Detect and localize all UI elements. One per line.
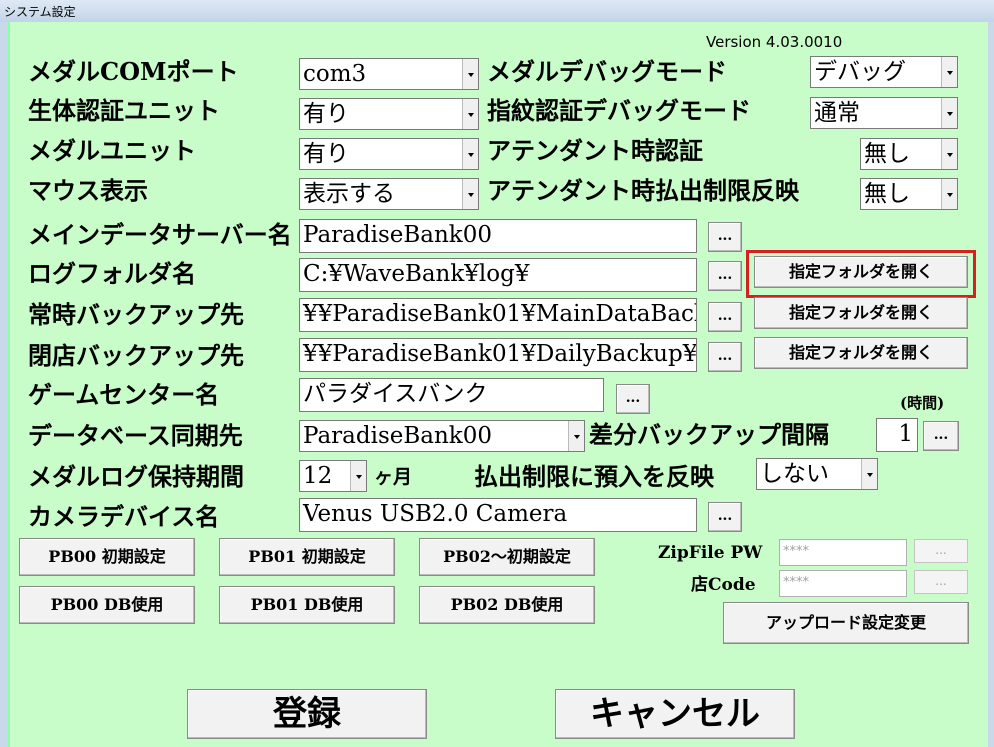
constant-backup-open-button[interactable]: 指定フォルダを開く	[754, 297, 968, 329]
attendant-auth-select[interactable]: 無し	[860, 138, 958, 170]
fingerprint-debug-mode-select[interactable]: 通常	[810, 97, 958, 129]
zip-pw-input[interactable]: ****	[779, 539, 907, 566]
medal-debug-mode-value: デバッグ	[814, 59, 906, 85]
version-label: Version 4.03.0010	[706, 33, 843, 51]
mouse-display-value: 表示する	[303, 181, 395, 207]
attendant-payout-limit-value: 無し	[864, 181, 910, 207]
pb01-init-button[interactable]: PB01 初期設定	[219, 538, 395, 576]
constant-backup-label: 常時バックアップ先	[28, 300, 244, 329]
medal-log-period-select[interactable]: 12	[299, 460, 367, 492]
attendant-auth-label: アテンダント時認証	[487, 136, 703, 165]
attendant-payout-limit-select[interactable]: 無し	[860, 178, 958, 210]
fingerprint-debug-mode-label: 指紋認証デバッグモード	[487, 96, 751, 125]
chevron-down-icon[interactable]	[861, 459, 877, 489]
constant-backup-input[interactable]: ¥¥ParadiseBank01¥MainDataBack	[299, 298, 697, 332]
chevron-down-icon[interactable]	[941, 57, 957, 87]
bio-unit-value: 有り	[303, 101, 349, 127]
constant-backup-browse-button[interactable]: ...	[708, 302, 742, 332]
chevron-down-icon[interactable]	[462, 179, 478, 209]
pb00-init-button[interactable]: PB00 初期設定	[19, 538, 195, 576]
chevron-down-icon[interactable]	[462, 139, 478, 169]
main-data-server-label: メインデータサーバー名	[28, 220, 292, 249]
fingerprint-debug-mode-value: 通常	[814, 100, 860, 126]
game-center-name-label: ゲームセンター名	[28, 380, 220, 409]
mouse-display-select[interactable]: 表示する	[299, 178, 479, 210]
game-center-name-input[interactable]: パラダイスバンク	[299, 378, 604, 412]
medal-debug-mode-select[interactable]: デバッグ	[810, 56, 958, 88]
chevron-down-icon[interactable]	[941, 98, 957, 128]
window-title: システム設定	[4, 5, 76, 19]
window-titlebar: システム設定	[0, 0, 994, 22]
pb02-init-button[interactable]: PB02～初期設定	[419, 538, 595, 576]
highlight-box	[746, 250, 976, 298]
bio-unit-select[interactable]: 有り	[299, 98, 479, 130]
pb01-db-button[interactable]: PB01 DB使用	[219, 586, 395, 624]
store-code-input[interactable]: ****	[779, 570, 907, 597]
cancel-button[interactable]: キャンセル	[555, 689, 795, 739]
medal-unit-value: 有り	[303, 141, 349, 167]
reflect-deposit-select[interactable]: しない	[756, 458, 878, 490]
closing-backup-browse-button[interactable]: ...	[708, 342, 742, 372]
zip-pw-browse-button[interactable]: ...	[914, 539, 968, 563]
db-sync-value: ParadiseBank00	[303, 423, 492, 449]
chevron-down-icon[interactable]	[462, 99, 478, 129]
closing-backup-input[interactable]: ¥¥ParadiseBank01¥DailyBackup¥	[299, 338, 697, 372]
camera-device-label: カメラデバイス名	[28, 502, 220, 531]
camera-device-input[interactable]: Venus USB2.0 Camera	[299, 498, 697, 532]
chevron-down-icon[interactable]	[350, 461, 366, 491]
pb00-db-button[interactable]: PB00 DB使用	[19, 586, 195, 624]
db-sync-select[interactable]: ParadiseBank00	[299, 420, 585, 452]
medal-log-period-label: メダルログ保持期間	[28, 462, 244, 491]
zip-pw-label: ZipFile PW	[658, 543, 763, 563]
main-data-server-browse-button[interactable]: ...	[708, 222, 742, 252]
medal-com-port-select[interactable]: com3	[299, 58, 479, 90]
medal-unit-label: メダルユニット	[28, 136, 196, 165]
medal-debug-mode-label: メダルデバッグモード	[487, 57, 727, 86]
main-data-server-input[interactable]: ParadiseBank00	[299, 219, 697, 253]
medal-log-period-value: 12	[303, 463, 333, 489]
chevron-down-icon[interactable]	[941, 179, 957, 209]
months-label: ヶ月	[374, 466, 413, 488]
chevron-down-icon[interactable]	[941, 139, 957, 169]
log-folder-browse-button[interactable]: ...	[708, 261, 742, 291]
mouse-display-label: マウス表示	[28, 176, 148, 205]
log-folder-label: ログフォルダ名	[28, 259, 196, 288]
reflect-deposit-label: 払出制限に預入を反映	[474, 462, 714, 491]
bio-unit-label: 生体認証ユニット	[28, 96, 220, 125]
attendant-auth-value: 無し	[864, 141, 910, 167]
log-folder-input[interactable]: C:¥WaveBank¥log¥	[299, 258, 697, 292]
hours-label: (時間)	[900, 394, 945, 412]
register-button[interactable]: 登録	[187, 689, 427, 739]
chevron-down-icon[interactable]	[462, 59, 478, 89]
closing-backup-open-button[interactable]: 指定フォルダを開く	[754, 337, 968, 369]
db-sync-label: データベース同期先	[28, 421, 243, 450]
diff-backup-interval-label: 差分バックアップ間隔	[589, 420, 829, 449]
medal-com-port-value: com3	[303, 61, 367, 87]
attendant-payout-limit-label: アテンダント時払出制限反映	[487, 176, 799, 205]
pb02-db-button[interactable]: PB02 DB使用	[419, 586, 595, 624]
camera-device-browse-button[interactable]: ...	[708, 502, 742, 532]
upload-settings-button[interactable]: アップロード設定変更	[723, 602, 969, 644]
store-code-label: 店Code	[691, 575, 756, 595]
medal-com-port-label: メダルCOMポート	[28, 57, 239, 86]
reflect-deposit-value: しない	[760, 461, 829, 487]
closing-backup-label: 閉店バックアップ先	[28, 341, 244, 370]
diff-backup-interval-button[interactable]: ...	[923, 421, 959, 451]
chevron-down-icon[interactable]	[568, 421, 584, 451]
game-center-name-browse-button[interactable]: ...	[616, 384, 650, 414]
medal-unit-select[interactable]: 有り	[299, 138, 479, 170]
store-code-browse-button[interactable]: ...	[914, 570, 968, 594]
diff-backup-interval-input[interactable]: 1	[876, 418, 918, 452]
